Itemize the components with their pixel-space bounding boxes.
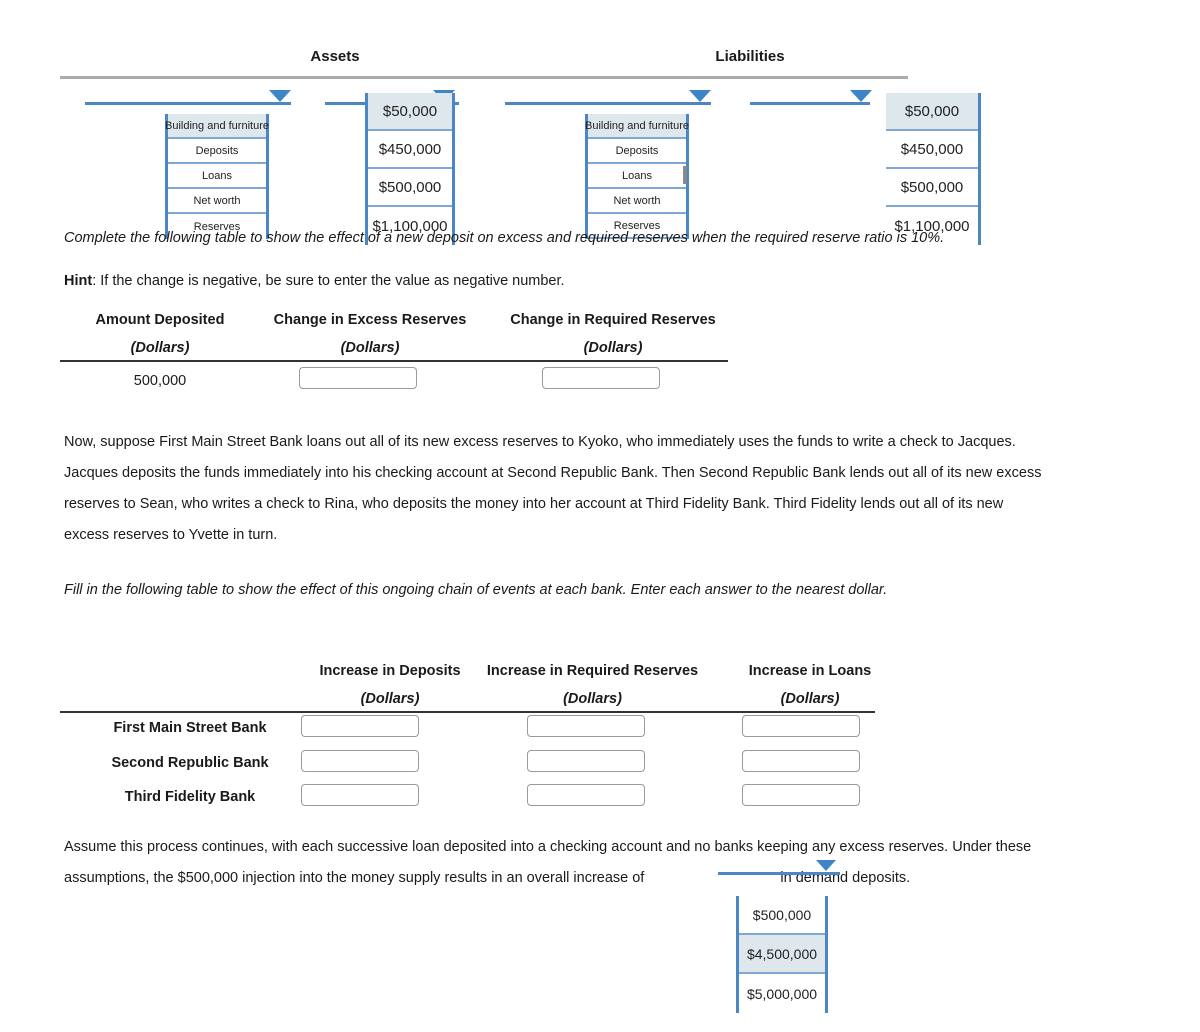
hint-line: Hint: If the change is negative, be sure… [64, 271, 565, 291]
dropdown-option[interactable]: Net worth [588, 189, 686, 214]
third-fidelity-required-reserves-input[interactable] [527, 784, 645, 806]
table-subheader: (Dollars) [130, 340, 190, 356]
paragraph-line: reserves to Sean, who writes a check to … [64, 496, 1004, 512]
paragraph-line: Assume this process continues, with each… [64, 839, 1032, 855]
dropdown-option[interactable]: $5,000,000 [739, 974, 825, 1013]
table-header: Increase in Loans [748, 663, 872, 679]
dropdown-option-list[interactable]: Building and furniture Deposits Loans Ne… [165, 114, 269, 239]
hint-label: Hint [64, 273, 93, 289]
dropdown-option[interactable]: Deposits [168, 139, 266, 164]
dropdown-underline [750, 102, 870, 105]
dropdown-underline [505, 102, 711, 105]
table-row-label: Third Fidelity Bank [124, 789, 256, 805]
change-required-reserves-input[interactable] [542, 367, 660, 389]
dropdown-option[interactable]: $4,500,000 [739, 935, 825, 974]
table-subheader: (Dollars) [563, 691, 622, 707]
change-excess-reserves-input[interactable] [299, 367, 417, 389]
paragraph-line: excess reserves to Yvette in turn. [64, 527, 278, 543]
dropdown-option[interactable]: $50,000 [886, 93, 978, 131]
dropdown-option[interactable]: Loans [168, 164, 266, 189]
dropdown-option[interactable]: Loans [588, 164, 686, 189]
dropdown-option[interactable]: $450,000 [886, 131, 978, 169]
first-main-required-reserves-input[interactable] [527, 715, 645, 737]
third-fidelity-deposits-input[interactable] [301, 784, 419, 806]
dropdown-option[interactable]: $500,000 [368, 169, 452, 207]
chevron-down-icon[interactable] [816, 860, 836, 871]
complete-table-instruction: Complete the following table to show the… [64, 230, 945, 246]
table-row-label: First Main Street Bank [113, 720, 267, 736]
liabilities-column-title: Liabilities [715, 48, 785, 65]
assume-paragraph: Assume this process continues, with each… [64, 832, 1154, 894]
dropdown-option-list[interactable]: Building and furniture Deposits Loans Ne… [585, 114, 689, 239]
dropdown-option[interactable]: $50,000 [368, 93, 452, 131]
first-main-deposits-input[interactable] [301, 715, 419, 737]
table-subheader: (Dollars) [583, 340, 643, 356]
table-row-label: Second Republic Bank [111, 755, 269, 771]
table-header: Change in Excess Reserves [273, 312, 467, 328]
table-subheader: (Dollars) [780, 691, 840, 707]
chevron-down-icon[interactable] [850, 90, 872, 102]
dropdown-option[interactable]: Deposits [588, 139, 686, 164]
dropdown-option[interactable]: $450,000 [368, 131, 452, 169]
balance-sheet-divider [60, 76, 908, 79]
paragraph-line-with-dropdown: assumptions, the $500,000 injection into… [64, 863, 1154, 894]
dropdown-option-list[interactable]: $50,000 $450,000 $500,000 $1,100,000 [886, 93, 981, 245]
chevron-down-icon[interactable] [269, 90, 291, 102]
chain-of-events-paragraph: Now, suppose First Main Street Bank loan… [64, 427, 1154, 551]
table-subheader: (Dollars) [340, 340, 400, 356]
second-republic-deposits-input[interactable] [301, 750, 419, 772]
dropdown-option[interactable]: Building and furniture [165, 114, 269, 139]
table-header-rule [60, 360, 728, 362]
dropdown-underline [85, 102, 291, 105]
first-main-loans-input[interactable] [742, 715, 860, 737]
hint-text: : If the change is negative, be sure to … [92, 273, 565, 289]
dropdown-option[interactable]: $500,000 [739, 896, 825, 935]
chevron-down-icon[interactable] [689, 90, 711, 102]
assume-text-before: assumptions, the $500,000 injection into… [64, 870, 645, 886]
table-header: Change in Required Reserves [510, 312, 716, 328]
dropdown-option[interactable]: $500,000 [886, 169, 978, 207]
balance-sheet-header: Assets Liabilities [60, 48, 908, 78]
table-header: Increase in Required Reserves [486, 663, 699, 679]
paragraph-line: Now, suppose First Main Street Bank loan… [64, 434, 1016, 450]
third-fidelity-loans-input[interactable] [742, 784, 860, 806]
assets-column-title: Assets [310, 48, 360, 65]
dropdown-option-list[interactable]: $50,000 $450,000 $500,000 $1,100,000 [365, 93, 455, 245]
dropdown-underline [718, 872, 840, 875]
dropdown-scrollbar[interactable] [683, 166, 687, 184]
table-header-rule [60, 711, 875, 713]
dropdown-option[interactable]: Building and furniture [585, 114, 689, 139]
second-republic-loans-input[interactable] [742, 750, 860, 772]
table-header: Amount Deposited [95, 312, 225, 328]
dropdown-option[interactable]: Net worth [168, 189, 266, 214]
second-republic-required-reserves-input[interactable] [527, 750, 645, 772]
paragraph-line: Jacques deposits the funds immediately i… [64, 465, 1042, 481]
table-cell-amount-deposited: 500,000 [133, 373, 187, 389]
fill-table-instruction: Fill in the following table to show the … [64, 582, 888, 598]
dropdown-option-list[interactable]: $500,000 $4,500,000 $5,000,000 [736, 896, 828, 1013]
